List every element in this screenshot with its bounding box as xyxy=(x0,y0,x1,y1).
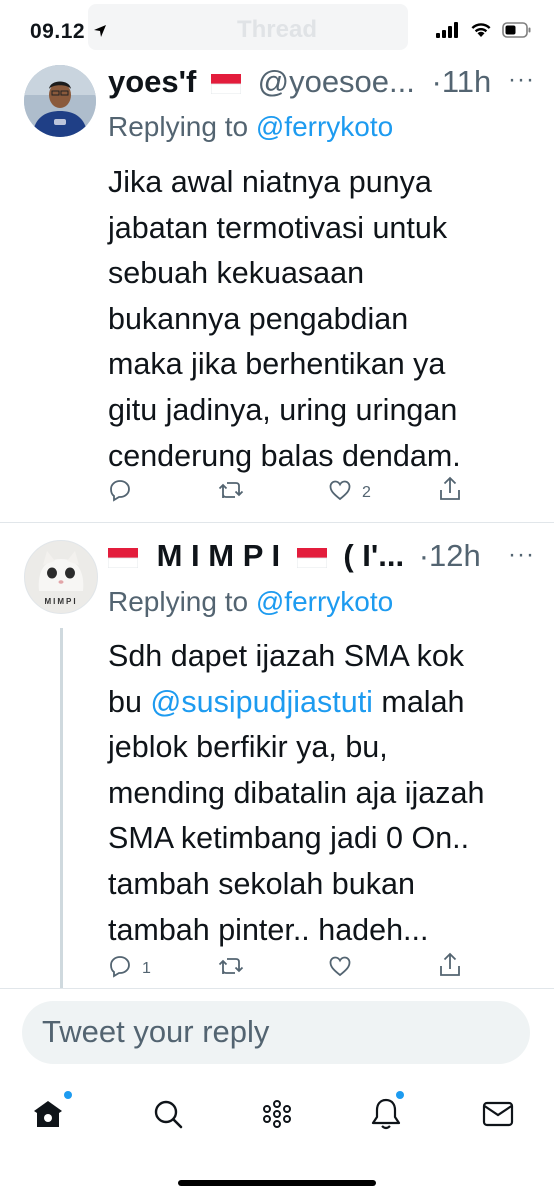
navigation-arrow-icon xyxy=(93,20,107,44)
tab-home[interactable] xyxy=(28,1096,68,1136)
reply-icon[interactable] xyxy=(108,954,132,983)
tweet-time: ·11h xyxy=(431,64,492,99)
author-name[interactable]: yoes'f xyxy=(108,64,196,99)
like-action[interactable]: 2 xyxy=(328,478,371,507)
signal-icon xyxy=(436,22,460,43)
retweet-action[interactable] xyxy=(218,954,244,983)
messages-icon[interactable] xyxy=(481,1099,515,1134)
flag-icon xyxy=(296,540,328,576)
home-indicator xyxy=(178,1180,376,1186)
like-icon[interactable] xyxy=(328,478,352,507)
avatar-label: MIMPI xyxy=(44,597,78,606)
retweet-icon[interactable] xyxy=(218,478,244,507)
flag-icon xyxy=(210,66,242,102)
replying-to: Replying to @ferrykoto xyxy=(108,111,394,142)
wifi-icon xyxy=(470,22,492,43)
reply-action[interactable]: 1 xyxy=(108,954,151,983)
retweet-action[interactable] xyxy=(218,478,244,507)
like-icon[interactable] xyxy=(328,954,352,983)
like-count: 2 xyxy=(362,483,371,501)
tab-spaces[interactable] xyxy=(257,1096,297,1136)
reply-placeholder[interactable]: Tweet your reply xyxy=(42,1014,269,1050)
reply-action[interactable] xyxy=(108,478,132,507)
share-action[interactable] xyxy=(438,952,462,983)
like-action[interactable] xyxy=(328,954,352,983)
flag-icon xyxy=(107,540,139,576)
tweet-time: ·12h xyxy=(418,538,481,573)
reply-icon[interactable] xyxy=(108,478,132,507)
share-action[interactable] xyxy=(438,476,462,507)
divider xyxy=(0,522,554,523)
body-mention[interactable]: @susipudjiastuti xyxy=(150,685,373,719)
author-line[interactable]: M I M P I ( I'... ·12h xyxy=(107,538,481,576)
author-name-tail[interactable]: ( I'... xyxy=(343,538,404,573)
tweet-text: Jika awal niatnya punya jabatan termotiv… xyxy=(108,165,461,473)
notifications-icon[interactable] xyxy=(369,1096,403,1137)
spaces-icon[interactable] xyxy=(260,1097,294,1136)
share-icon[interactable] xyxy=(438,476,462,507)
avatar[interactable]: MIMPI xyxy=(24,540,98,614)
reply-count: 1 xyxy=(142,959,151,977)
search-icon[interactable] xyxy=(152,1098,184,1135)
home-icon[interactable] xyxy=(31,1097,65,1136)
author-name[interactable]: M I M P I xyxy=(157,538,280,573)
tweet-text: Sdh dapet ijazah SMA kok bu @susipudjias… xyxy=(108,639,485,947)
more-icon[interactable]: ··· xyxy=(508,66,535,94)
share-icon[interactable] xyxy=(438,952,462,983)
replying-to: Replying to @ferrykoto xyxy=(108,586,394,617)
more-icon[interactable]: ··· xyxy=(508,541,535,569)
home-notification-dot xyxy=(64,1091,72,1099)
thread-line xyxy=(60,628,63,988)
replying-mention[interactable]: @ferrykoto xyxy=(256,111,393,142)
notifications-dot xyxy=(396,1091,404,1099)
tab-search[interactable] xyxy=(148,1096,188,1136)
avatar[interactable] xyxy=(24,65,96,137)
divider xyxy=(0,988,554,989)
retweet-icon[interactable] xyxy=(218,954,244,983)
author-handle: @yoesoe... xyxy=(257,64,415,99)
status-time: 09.12 xyxy=(30,20,107,44)
battery-icon xyxy=(502,22,532,43)
author-line[interactable]: yoes'f @yoesoe... ·11h xyxy=(108,64,491,102)
tab-messages[interactable] xyxy=(478,1096,518,1136)
tab-notifications[interactable] xyxy=(366,1096,406,1136)
replying-mention[interactable]: @ferrykoto xyxy=(256,586,393,617)
status-icons xyxy=(436,22,532,43)
